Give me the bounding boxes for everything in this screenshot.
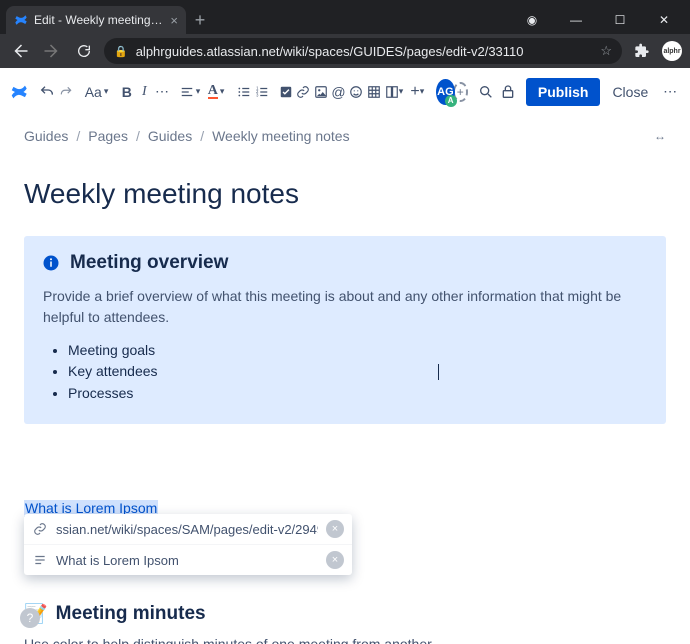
italic-button[interactable]: I (137, 78, 153, 106)
account-indicator-icon[interactable]: ◉ (512, 6, 552, 34)
address-row: 🔒 alphrguides.atlassian.net/wiki/spaces/… (0, 34, 690, 68)
section-description: Use color to help distinguish minutes of… (24, 636, 666, 644)
redo-button[interactable] (59, 78, 75, 106)
image-button[interactable] (313, 78, 329, 106)
confluence-logo-icon[interactable] (10, 79, 28, 105)
action-item-button[interactable] (278, 78, 294, 106)
section-heading: 📝 Meeting minutes (24, 602, 666, 626)
link-button[interactable] (295, 78, 311, 106)
panel-heading: Meeting overview (70, 252, 228, 274)
breadcrumb: Guides / Pages / Guides / Weekly meeting… (24, 128, 666, 144)
panel-description: Provide a brief overview of what this me… (42, 286, 648, 328)
more-formatting-button[interactable]: ⋯ (154, 78, 170, 106)
extensions-icon[interactable] (630, 39, 654, 63)
numbered-list-button[interactable]: 123 (254, 78, 270, 106)
breadcrumb-item[interactable]: Weekly meeting notes (212, 128, 349, 144)
list-item: Key attendees (68, 363, 648, 380)
link-icon (32, 522, 48, 536)
tab-title: Edit - Weekly meeting notes - Gu (34, 13, 164, 27)
text-cursor (438, 364, 439, 380)
editor-toolbar: Aa▾ B I ⋯ ▾ A▾ 123 @ ▾ +▾ AG + Publish C… (0, 68, 690, 116)
reload-button[interactable] (72, 39, 96, 63)
publish-button[interactable]: Publish (526, 78, 601, 106)
text-color-dropdown[interactable]: A▾ (204, 78, 228, 106)
user-avatar[interactable]: AG (436, 79, 454, 105)
list-item: Meeting goals (68, 342, 648, 358)
breadcrumb-item[interactable]: Pages (88, 128, 128, 144)
forward-button[interactable] (40, 39, 64, 63)
url-text: alphrguides.atlassian.net/wiki/spaces/GU… (136, 44, 524, 59)
maximize-button[interactable]: ☐ (600, 6, 640, 34)
confluence-app: Aa▾ B I ⋯ ▾ A▾ 123 @ ▾ +▾ AG + Publish C… (0, 68, 690, 644)
bold-button[interactable]: B (119, 78, 135, 106)
panel-bullets: Meeting goals Key attendees Processes (42, 342, 648, 401)
more-actions-button[interactable]: ⋯ (660, 78, 680, 106)
help-button[interactable]: ? (20, 608, 40, 628)
link-url-field[interactable]: ssian.net/wiki/spaces/SAM/pages/edit-v2/… (56, 522, 318, 537)
text-style-dropdown[interactable]: Aa▾ (82, 78, 110, 106)
info-icon (42, 254, 60, 272)
clear-text-button[interactable]: × (326, 551, 344, 569)
list-item: Processes (68, 385, 648, 401)
window-controls: ◉ — ☐ ✕ (512, 6, 690, 34)
breadcrumb-item[interactable]: Guides (148, 128, 192, 144)
emoji-button[interactable] (348, 78, 364, 106)
profile-avatar[interactable]: alphr (662, 41, 682, 61)
svg-text:3: 3 (256, 92, 259, 97)
clear-url-button[interactable]: × (326, 520, 344, 538)
minimize-button[interactable]: — (556, 6, 596, 34)
info-panel[interactable]: Meeting overview Provide a brief overvie… (24, 236, 666, 424)
align-dropdown[interactable]: ▾ (178, 78, 202, 106)
link-text-field[interactable]: What is Lorem Ipsom (56, 553, 318, 568)
undo-button[interactable] (37, 78, 57, 106)
text-icon (32, 553, 48, 567)
restrictions-button[interactable] (498, 78, 518, 106)
link-url-row[interactable]: ssian.net/wiki/spaces/SAM/pages/edit-v2/… (24, 514, 352, 545)
browser-chrome: Edit - Weekly meeting notes - Gu × + ◉ —… (0, 0, 690, 68)
new-tab-button[interactable]: + (186, 6, 214, 34)
lock-icon: 🔒 (114, 45, 128, 58)
insert-dropdown[interactable]: +▾ (407, 78, 428, 106)
back-button[interactable] (8, 39, 32, 63)
address-bar[interactable]: 🔒 alphrguides.atlassian.net/wiki/spaces/… (104, 38, 622, 64)
bullet-list-button[interactable] (236, 78, 252, 106)
close-window-button[interactable]: ✕ (644, 6, 684, 34)
layout-dropdown[interactable]: ▾ (383, 78, 404, 106)
link-text-row[interactable]: What is Lorem Ipsom × (24, 545, 352, 575)
browser-tab[interactable]: Edit - Weekly meeting notes - Gu × (6, 6, 186, 34)
tab-bar: Edit - Weekly meeting notes - Gu × + ◉ —… (0, 0, 690, 34)
mention-button[interactable]: @ (331, 78, 347, 106)
find-button[interactable] (476, 78, 496, 106)
confluence-favicon-icon (14, 13, 28, 27)
breadcrumb-item[interactable]: Guides (24, 128, 68, 144)
bookmark-icon[interactable]: ☆ (600, 43, 612, 59)
page-title[interactable]: Weekly meeting notes (24, 178, 666, 210)
collapse-page-tree-icon[interactable]: ↔ (654, 129, 666, 143)
link-popup: ssian.net/wiki/spaces/SAM/pages/edit-v2/… (24, 514, 352, 575)
table-button[interactable] (366, 78, 382, 106)
close-editor-button[interactable]: Close (602, 78, 658, 106)
editor-content: Guides / Pages / Guides / Weekly meeting… (0, 116, 690, 644)
tab-close-icon[interactable]: × (170, 13, 178, 28)
